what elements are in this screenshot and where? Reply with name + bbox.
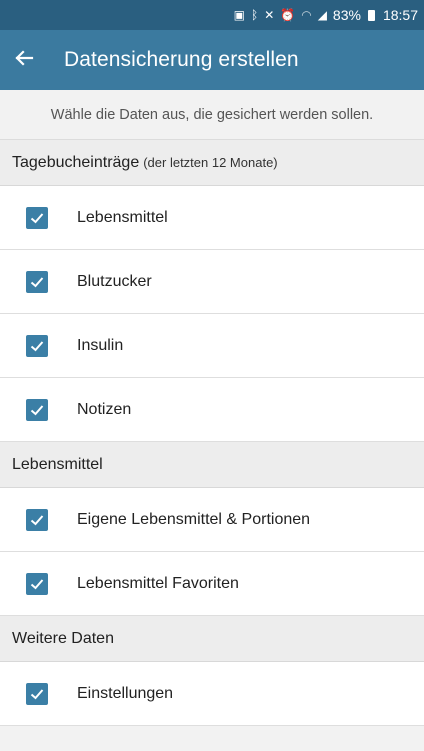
checkbox-row[interactable]: Einstellungen xyxy=(0,662,424,726)
checkbox-label: Blutzucker xyxy=(77,272,152,290)
sd-card-icon: ▣ xyxy=(233,8,245,22)
section-title: Weitere Daten xyxy=(12,629,114,647)
section-header: Weitere Daten xyxy=(0,616,424,662)
checkbox[interactable] xyxy=(26,398,48,421)
checkmark-icon xyxy=(30,340,44,351)
checkbox[interactable] xyxy=(26,270,48,293)
bluetooth-icon: ᛒ xyxy=(250,8,259,22)
checkbox[interactable] xyxy=(26,508,48,531)
clock-time: 18:57 xyxy=(382,7,418,23)
checkbox-row[interactable]: Lebensmittel Favoriten xyxy=(0,552,424,616)
page-title: Datensicherung erstellen xyxy=(64,48,299,71)
checkbox-row[interactable]: Blutzucker xyxy=(0,250,424,314)
status-icons: ▣ ᛒ ✕ ⏰ ◠ ◢ 83% 18:57 xyxy=(234,7,418,23)
alarm-icon: ⏰ xyxy=(280,8,296,22)
checkbox-label: Lebensmittel Favoriten xyxy=(77,574,239,592)
checkbox-label: Insulin xyxy=(77,336,124,354)
section-header: Lebensmittel xyxy=(0,442,424,488)
checkmark-icon xyxy=(30,578,44,589)
checkmark-icon xyxy=(30,514,44,525)
section-header: Tagebucheinträge (der letzten 12 Monate) xyxy=(0,140,424,186)
checkbox-row[interactable]: Lebensmittel xyxy=(0,186,424,250)
status-bar: ▣ ᛒ ✕ ⏰ ◠ ◢ 83% 18:57 xyxy=(0,0,424,30)
section-title: Lebensmittel xyxy=(12,455,103,473)
mute-icon: ✕ xyxy=(264,8,275,22)
backup-options: Tagebucheinträge (der letzten 12 Monate) L… xyxy=(0,140,424,726)
checkbox-label: Notizen xyxy=(77,400,132,418)
intro-text: Wähle die Daten aus, die gesichert werde… xyxy=(0,90,424,140)
checkbox[interactable] xyxy=(26,682,48,705)
signal-icon: ◢ xyxy=(317,8,327,22)
checkmark-icon xyxy=(30,212,44,223)
checkbox[interactable] xyxy=(26,334,48,357)
wifi-icon: ◠ xyxy=(301,8,312,22)
app-bar: Datensicherung erstellen xyxy=(0,30,424,90)
checkbox-label: Eigene Lebensmittel & Portionen xyxy=(77,510,311,528)
checkmark-icon xyxy=(30,688,44,699)
checkmark-icon xyxy=(30,276,44,287)
section-title: Tagebucheinträge xyxy=(12,153,140,171)
checkbox-row[interactable]: Notizen xyxy=(0,378,424,442)
section-subtitle: (der letzten 12 Monate) xyxy=(143,155,278,170)
checkmark-icon xyxy=(30,404,44,415)
back-button[interactable] xyxy=(2,30,46,90)
checkbox-label: Lebensmittel xyxy=(77,208,168,226)
checkbox-row[interactable]: Eigene Lebensmittel & Portionen xyxy=(0,488,424,552)
checkbox[interactable] xyxy=(26,572,48,595)
arrow-left-icon xyxy=(14,48,34,73)
battery-percent: 83% xyxy=(332,7,361,23)
checkbox-label: Einstellungen xyxy=(77,684,174,702)
checkbox[interactable] xyxy=(26,206,48,229)
checkbox-row[interactable]: Insulin xyxy=(0,314,424,378)
battery-icon xyxy=(367,9,375,21)
